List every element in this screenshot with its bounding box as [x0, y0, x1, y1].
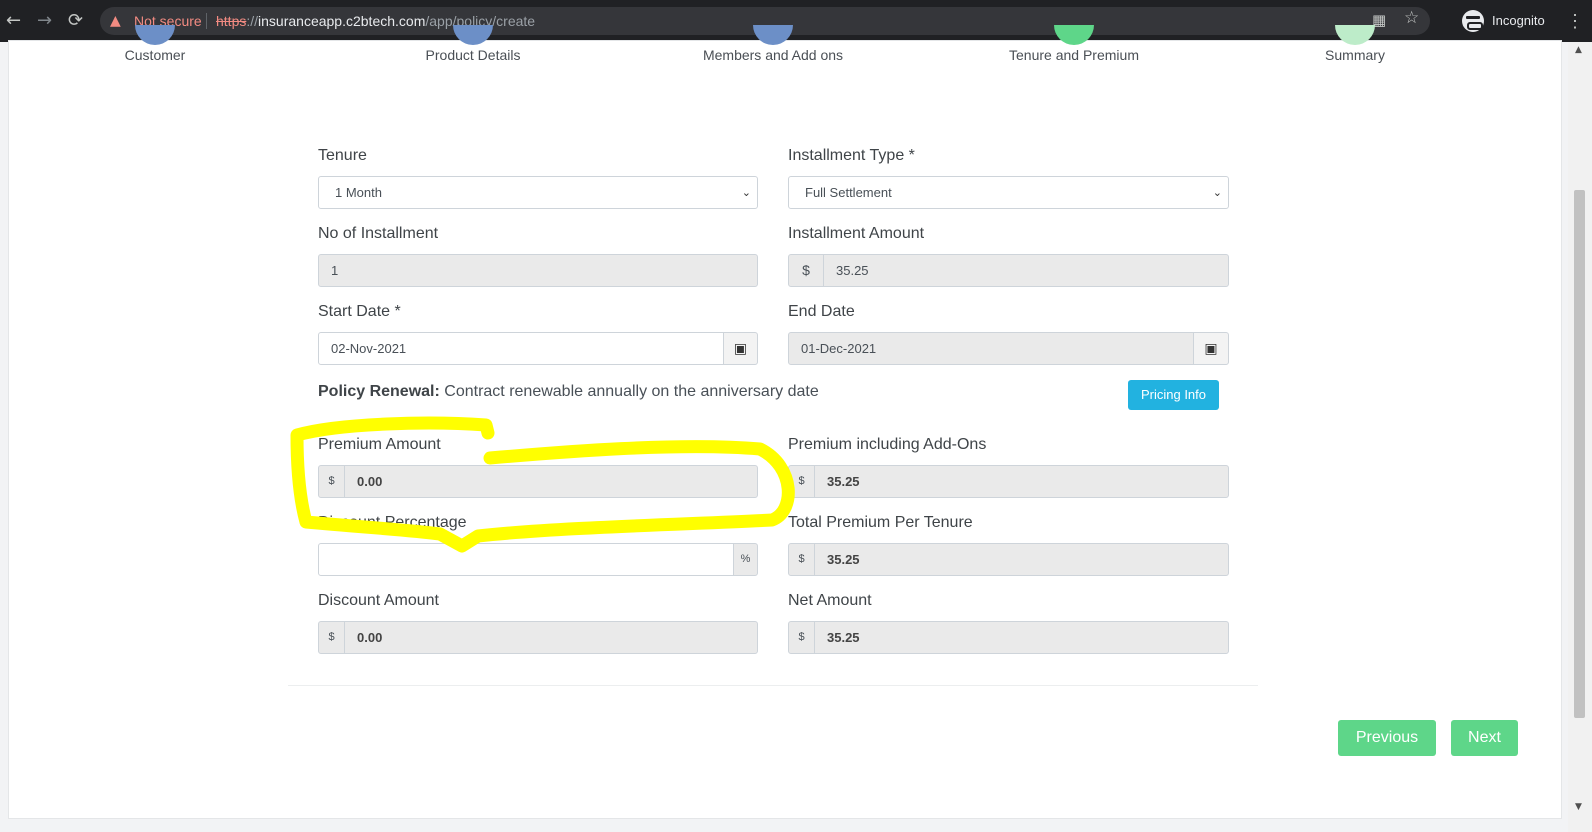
premium-including-addons-field[interactable]: 35.25: [814, 465, 1229, 498]
policy-wizard-card: Customer Product Details Members and Add…: [8, 25, 1562, 819]
step-dot-summary: [1335, 25, 1375, 45]
policy-renewal-description: Contract renewable annually on the anniv…: [444, 383, 819, 400]
step-dot-customer: [135, 25, 175, 45]
start-date-field[interactable]: 02-Nov-2021: [318, 332, 724, 365]
chevron-down-icon: ⌄: [1212, 186, 1222, 199]
step-members-addons[interactable]: Members and Add ons: [703, 47, 843, 63]
discount-percentage-label: Discount Percentage: [318, 514, 467, 531]
scrollbar-thumb[interactable]: [1574, 190, 1585, 718]
step-dot-members-addons: [753, 25, 793, 45]
tenure-select[interactable]: 1 Month ⌄: [318, 176, 758, 209]
step-product-details[interactable]: Product Details: [426, 47, 521, 63]
step-tenure-premium[interactable]: Tenure and Premium: [1009, 47, 1139, 63]
chevron-down-icon: ⌄: [741, 186, 751, 199]
address-separator: [206, 13, 207, 29]
premium-amount-field[interactable]: 0.00: [344, 465, 758, 498]
incognito-label[interactable]: Incognito: [1492, 13, 1545, 29]
dollar-addon: $: [788, 621, 815, 654]
installment-amount-label: Installment Amount: [788, 225, 925, 242]
reload-icon[interactable]: ⟳: [68, 10, 83, 32]
next-button[interactable]: Next: [1451, 720, 1518, 756]
bookmark-star-icon[interactable]: ☆: [1404, 9, 1419, 27]
calendar-icon: ▣: [1204, 341, 1218, 357]
url-host: insuranceapp.c2btech.com: [258, 13, 426, 29]
dollar-addon: $: [318, 621, 345, 654]
scroll-up-arrow-icon[interactable]: ▲: [1575, 45, 1582, 55]
net-amount-label: Net Amount: [788, 592, 872, 609]
installment-type-select[interactable]: Full Settlement ⌄: [788, 176, 1229, 209]
total-premium-per-tenure-field[interactable]: 35.25: [814, 543, 1229, 576]
dollar-addon: $: [788, 254, 824, 287]
dollar-addon: $: [788, 465, 815, 498]
back-arrow-icon[interactable]: ←: [6, 10, 21, 32]
tenure-selected-value: 1 Month: [335, 185, 382, 200]
end-date-field[interactable]: 01-Dec-2021: [788, 332, 1194, 365]
step-dot-product-details: [453, 25, 493, 45]
premium-including-addons-label: Premium including Add-Ons: [788, 436, 987, 453]
form-divider: [288, 685, 1258, 686]
dollar-addon: $: [788, 543, 815, 576]
policy-renewal-label: Policy Renewal:: [318, 383, 440, 400]
discount-amount-label: Discount Amount: [318, 592, 439, 609]
percent-addon: %: [733, 543, 758, 576]
policy-renewal-text: Policy Renewal: Contract renewable annua…: [318, 383, 819, 401]
no-of-installment-field[interactable]: 1: [318, 254, 758, 287]
scroll-down-arrow-icon[interactable]: ▼: [1575, 802, 1582, 812]
previous-button[interactable]: Previous: [1338, 720, 1436, 756]
page-scrollbar[interactable]: ▲ ▼: [1568, 42, 1592, 832]
start-date-label: Start Date *: [318, 303, 401, 320]
end-date-label: End Date: [788, 303, 855, 320]
total-premium-per-tenure-label: Total Premium Per Tenure: [788, 514, 973, 531]
calendar-icon: ▣: [733, 341, 748, 357]
pricing-info-button[interactable]: Pricing Info: [1128, 380, 1219, 410]
installment-type-label: Installment Type *: [788, 147, 915, 164]
step-summary[interactable]: Summary: [1325, 47, 1385, 63]
page-body: Customer Product Details Members and Add…: [0, 25, 1568, 832]
installment-amount-field[interactable]: 35.25: [823, 254, 1229, 287]
premium-amount-label: Premium Amount: [318, 436, 441, 453]
discount-amount-field[interactable]: 0.00: [344, 621, 758, 654]
net-amount-field[interactable]: 35.25: [814, 621, 1229, 654]
no-of-installment-label: No of Installment: [318, 225, 439, 242]
forward-arrow-icon[interactable]: →: [37, 10, 52, 32]
dollar-addon: $: [318, 465, 345, 498]
installment-type-selected-value: Full Settlement: [805, 185, 892, 200]
incognito-icon[interactable]: [1462, 10, 1484, 32]
discount-percentage-field[interactable]: [318, 543, 734, 576]
end-date-calendar-button[interactable]: ▣: [1193, 332, 1229, 365]
step-customer[interactable]: Customer: [125, 47, 186, 63]
tenure-label: Tenure: [318, 147, 367, 164]
start-date-calendar-button[interactable]: ▣: [723, 332, 758, 365]
warning-icon: ▲: [110, 13, 121, 29]
browser-menu-icon[interactable]: ⋮: [1566, 10, 1584, 32]
url-scheme: https: [216, 13, 247, 29]
step-dot-tenure-premium: [1054, 25, 1094, 45]
url-scheme-separator: ://: [246, 13, 259, 29]
